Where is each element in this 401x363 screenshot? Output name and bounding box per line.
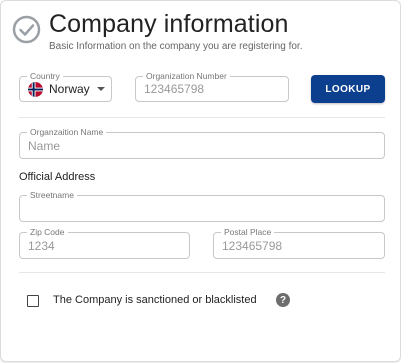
- sanctioned-checkbox[interactable]: [27, 295, 39, 307]
- organization-number-field[interactable]: Organization Number 123465798: [135, 70, 289, 102]
- organization-name-field[interactable]: Organzaition Name Name: [19, 126, 385, 159]
- lookup-button[interactable]: LOOKUP: [311, 75, 385, 103]
- streetname-label: Streetname: [27, 189, 77, 201]
- country-select[interactable]: Country Norway: [19, 70, 112, 102]
- postal-place-placeholder: 123465798: [222, 238, 283, 253]
- check-circle-icon: [12, 15, 41, 44]
- divider: [19, 272, 385, 273]
- sanctioned-label[interactable]: The Company is sanctioned or blacklisted: [53, 293, 257, 308]
- company-info-card: Company information Basic Information on…: [0, 0, 401, 362]
- postal-place-field[interactable]: Postal Place 123465798: [213, 226, 385, 259]
- section-title-official-address: Official Address: [19, 171, 96, 183]
- divider: [19, 117, 385, 118]
- streetname-field[interactable]: Streetname: [19, 189, 385, 222]
- zip-code-field[interactable]: Zip Code 1234: [19, 226, 190, 259]
- country-value: Norway: [49, 82, 90, 96]
- zip-code-placeholder: 1234: [28, 238, 55, 253]
- help-icon[interactable]: ?: [276, 293, 290, 307]
- page-subtitle: Basic Information on the company you are…: [49, 41, 303, 52]
- chevron-down-icon: [96, 87, 105, 91]
- organization-name-placeholder: Name: [28, 138, 61, 153]
- norway-flag-icon: [28, 81, 43, 97]
- page-title: Company information: [49, 10, 289, 38]
- organization-number-placeholder: 123465798: [144, 82, 205, 96]
